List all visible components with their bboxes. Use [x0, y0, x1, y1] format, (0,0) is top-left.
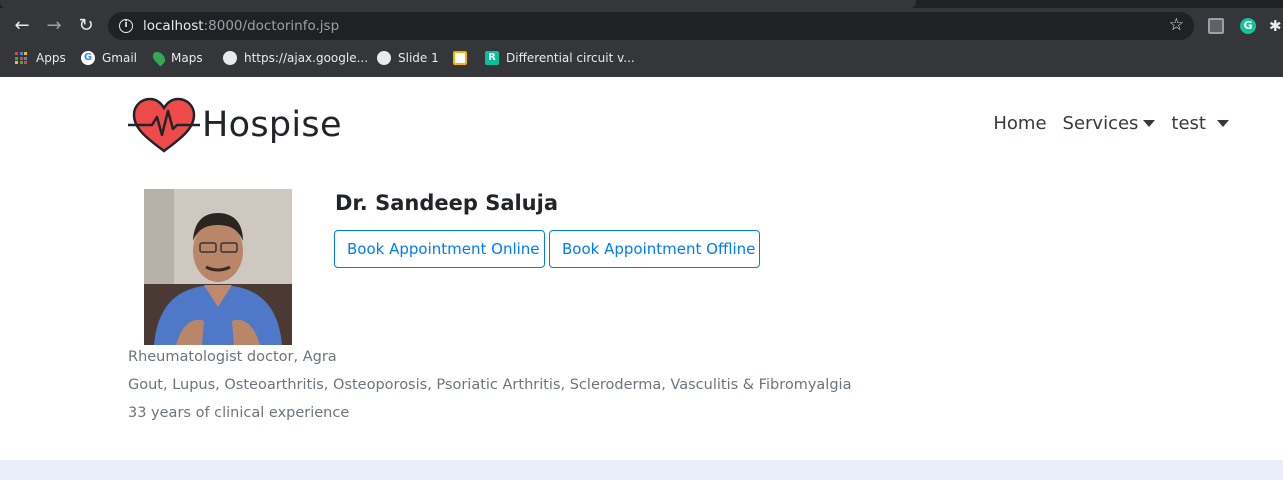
nav-services-dropdown[interactable]: Services — [1063, 113, 1156, 134]
bookmark-label: Differential circuit v... — [506, 51, 635, 65]
doctor-name: Dr. Sandeep Saluja — [335, 191, 559, 215]
footer-band — [0, 460, 1283, 480]
doctor-experience: 33 years of clinical experience — [128, 405, 350, 421]
nav-home[interactable]: Home — [993, 113, 1046, 134]
nav-user-label: test — [1171, 113, 1206, 134]
extensions-puzzle-icon[interactable]: ✱ — [1269, 18, 1283, 34]
nav-home-label: Home — [993, 113, 1047, 134]
doctor-portrait-image — [144, 189, 292, 345]
nav-links: Home Services test — [993, 113, 1229, 134]
nav-services-label: Services — [1062, 113, 1139, 134]
nav-user-dropdown[interactable]: test — [1171, 113, 1229, 134]
page-content: Hospise Home Services test Dr. Sandeep S… — [0, 77, 1283, 480]
bookmark-star-icon[interactable]: ☆ — [1169, 15, 1184, 35]
google-icon: G — [81, 51, 95, 65]
bookmark-label: Maps — [171, 51, 203, 65]
r-icon: R — [485, 51, 499, 65]
book-appointment-online-button[interactable]: Book Appointment Online — [334, 230, 545, 268]
forward-icon[interactable]: → — [42, 14, 66, 38]
bookmark-differential-circuit[interactable]: R Differential circuit v... — [485, 44, 635, 72]
back-icon[interactable]: ← — [10, 14, 34, 38]
bookmark-maps[interactable]: Maps — [150, 44, 203, 72]
url-path: :8000/doctorinfo.jsp — [203, 18, 340, 34]
brand-name: Hospise — [202, 105, 342, 145]
extension-icon[interactable] — [1208, 18, 1224, 34]
slides-icon — [453, 51, 467, 65]
grammarly-extension-letter: G — [1243, 19, 1253, 32]
globe-icon — [377, 51, 391, 65]
doctor-photo — [144, 189, 292, 345]
bookmark-apps[interactable]: Apps — [15, 44, 66, 72]
site-info-icon[interactable]: i — [119, 19, 133, 33]
browser-tab-strip — [0, 0, 1283, 8]
heartbeat-logo-icon — [128, 97, 200, 153]
browser-tab[interactable] — [0, 0, 916, 8]
address-bar[interactable]: i localhost:8000/doctorinfo.jsp ☆ — [108, 12, 1194, 40]
caret-down-icon — [1143, 120, 1156, 127]
bookmark-ajax[interactable]: https://ajax.google... — [223, 44, 368, 72]
reload-icon[interactable]: ↻ — [74, 14, 98, 38]
bookmark-slides[interactable] — [453, 44, 467, 72]
globe-icon — [223, 51, 237, 65]
maps-pin-icon — [150, 49, 168, 67]
grammarly-extension-icon[interactable]: G — [1240, 18, 1256, 34]
bookmark-slide-1[interactable]: Slide 1 — [377, 44, 439, 72]
url-host: localhost — [143, 18, 204, 34]
bookmarks-bar: Apps G Gmail Maps https://ajax.google...… — [0, 44, 1283, 77]
site-navbar: Hospise Home Services test — [0, 77, 1283, 172]
browser-toolbar: ← → ↻ i localhost:8000/doctorinfo.jsp ☆ … — [0, 8, 1283, 44]
bookmark-label: https://ajax.google... — [244, 51, 369, 65]
apps-grid-icon — [15, 52, 29, 64]
bookmark-label: Gmail — [102, 51, 138, 65]
bookmark-label: Apps — [36, 51, 66, 65]
brand[interactable]: Hospise — [128, 97, 342, 153]
url-text[interactable]: localhost:8000/doctorinfo.jsp — [143, 18, 339, 34]
caret-down-icon — [1217, 120, 1229, 127]
bookmark-label: Slide 1 — [398, 51, 439, 65]
book-appointment-offline-button[interactable]: Book Appointment Offline — [549, 230, 760, 268]
doctor-conditions: Gout, Lupus, Osteoarthritis, Osteoporosi… — [128, 377, 852, 393]
bookmark-gmail[interactable]: G Gmail — [81, 44, 137, 72]
doctor-specialty-location: Rheumatologist doctor, Agra — [128, 349, 337, 365]
